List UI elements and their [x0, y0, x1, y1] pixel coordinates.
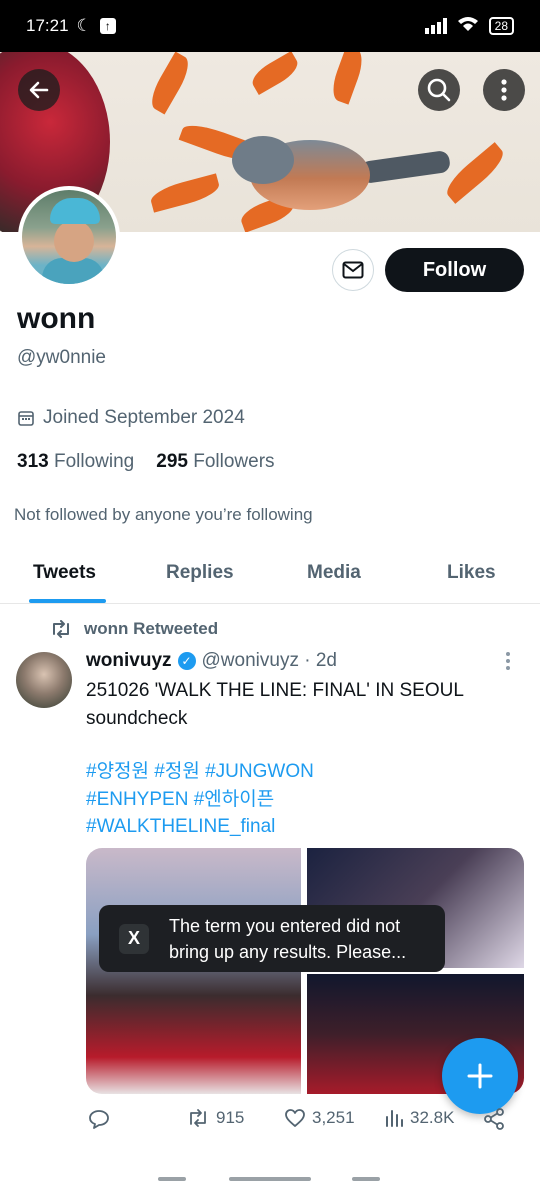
not-followed-text: Not followed by anyone you’re following	[14, 505, 313, 524]
search-icon	[427, 78, 451, 102]
tweet-author-name[interactable]: wonivuyz	[86, 650, 172, 672]
like-count: 3,251	[312, 1108, 355, 1127]
mail-icon	[342, 261, 364, 279]
more-vertical-icon	[501, 79, 507, 101]
tweet-author-avatar[interactable]	[16, 652, 72, 708]
tab-likes[interactable]: Likes	[447, 562, 496, 584]
home-button[interactable]	[229, 1177, 311, 1181]
search-button[interactable]	[418, 69, 460, 111]
system-back-button[interactable]	[352, 1177, 380, 1181]
like-button[interactable]: 3,251	[284, 1108, 355, 1128]
back-arrow-icon	[29, 81, 49, 99]
tweet-more-button[interactable]	[506, 652, 510, 670]
active-tab-indicator	[29, 599, 106, 603]
tweet-meta: @wonivuyz · 2d	[201, 650, 337, 671]
back-button[interactable]	[18, 69, 60, 111]
more-options-button[interactable]	[483, 69, 525, 111]
profile-name: wonn	[17, 302, 96, 335]
tweet-text-line: 251026 'WALK THE LINE: FINAL' IN SEOUL	[86, 680, 464, 701]
moon-icon: ☾	[76, 16, 92, 35]
tab-tweets[interactable]: Tweets	[33, 562, 96, 584]
upload-notification-icon: ↑	[99, 18, 116, 34]
signal-icon	[424, 18, 447, 34]
tab-replies[interactable]: Replies	[166, 562, 234, 584]
retweet-icon	[190, 1109, 206, 1127]
status-bar: 17:21 ☾ ↑ 28	[0, 0, 540, 52]
views-button[interactable]: 32.8K	[384, 1108, 454, 1128]
tweet-text: 251026 'WALK THE LINE: FINAL' IN SEOUL s…	[86, 677, 516, 732]
share-button[interactable]	[483, 1108, 505, 1130]
wifi-icon	[457, 16, 479, 37]
tab-media[interactable]: Media	[307, 562, 361, 584]
views-count: 32.8K	[410, 1108, 455, 1127]
joined-text: Joined September 2024	[43, 407, 245, 428]
toast-text: The term you entered did not bring up an…	[169, 915, 407, 962]
toast-message: X The term you entered did not bring up …	[99, 905, 445, 972]
tweet-hashtags: #양정원 #정원 #JUNGWON #ENHYPEN #엔하이픈 #WALKTH…	[86, 758, 516, 841]
profile-handle: @yw0nnie	[17, 347, 106, 368]
profile-tabs: Tweets Replies Media Likes	[0, 548, 540, 604]
follow-counts: 313 Following 295 Followers	[17, 451, 275, 473]
verified-badge-icon: ✓	[177, 652, 196, 670]
status-time: 17:21	[26, 16, 69, 35]
tweet-actions: 915 3,251 32.8K	[86, 1108, 516, 1138]
retweet-icon	[53, 620, 69, 638]
hashtag-line[interactable]: #WALKTHELINE_final	[86, 813, 516, 841]
retweet-count: 915	[216, 1108, 245, 1127]
retweet-label: wonn Retweeted	[84, 619, 219, 638]
followers-count: 295	[156, 451, 188, 472]
reply-button[interactable]	[88, 1108, 110, 1130]
follow-button[interactable]: Follow	[385, 248, 524, 292]
compose-tweet-button[interactable]	[442, 1038, 518, 1114]
plus-icon	[467, 1063, 493, 1089]
views-chart-icon	[386, 1110, 403, 1127]
followers-link[interactable]: 295 Followers	[156, 451, 274, 473]
calendar-icon	[18, 411, 34, 426]
joined-date: Joined September 2024	[17, 407, 245, 429]
following-link[interactable]: 313 Following	[17, 451, 134, 473]
system-nav-bar	[0, 1168, 540, 1200]
recent-apps-button[interactable]	[158, 1177, 186, 1181]
hashtag-line[interactable]: #양정원 #정원 #JUNGWON	[86, 758, 516, 786]
followers-label: Followers	[193, 451, 275, 472]
x-logo-icon: X	[119, 923, 149, 954]
profile-avatar[interactable]	[18, 186, 120, 288]
heart-icon	[285, 1109, 305, 1127]
hashtag-line[interactable]: #ENHYPEN #엔하이픈	[86, 786, 516, 814]
reply-icon	[89, 1110, 109, 1129]
retweet-context: wonn Retweeted	[50, 619, 218, 639]
share-icon	[484, 1108, 504, 1130]
following-label: Following	[53, 451, 135, 472]
tweet-header: wonivuyz ✓ @wonivuyz · 2d	[86, 650, 337, 672]
tweet-text-line: soundcheck	[86, 707, 188, 729]
following-count: 313	[17, 451, 49, 472]
retweet-button[interactable]: 915	[186, 1108, 244, 1128]
battery-icon: 28	[488, 17, 514, 35]
message-button[interactable]	[332, 249, 374, 291]
